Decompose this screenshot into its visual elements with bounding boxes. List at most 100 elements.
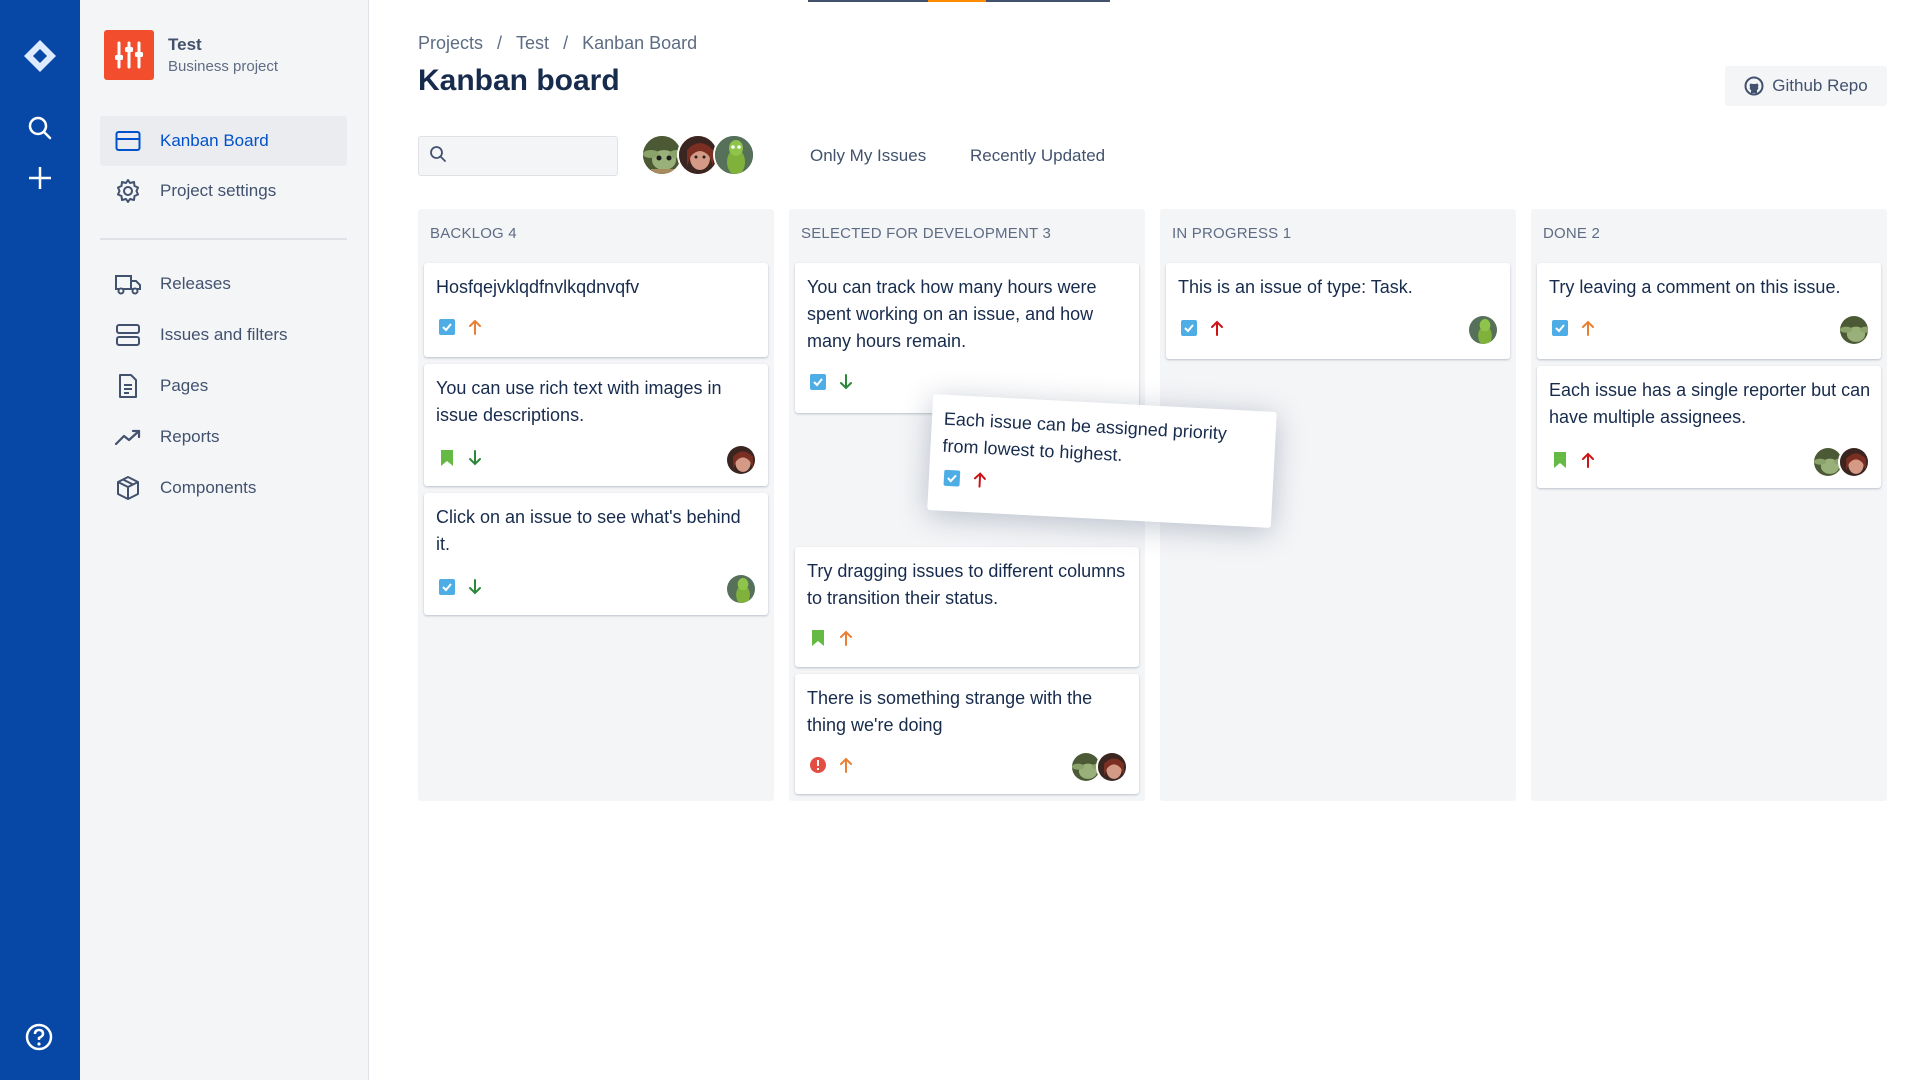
bug-icon [809, 756, 827, 774]
project-info: Test Business project [104, 30, 278, 80]
sidebar-item-label: Issues and filters [160, 325, 288, 344]
project-avatar-icon [104, 30, 154, 80]
issue-title: There is something strange with the thin… [807, 688, 1093, 735]
recently-updated-button[interactable]: Recently Updated [970, 146, 1105, 166]
task-icon [942, 469, 961, 488]
issue-card[interactable]: There is something strange with the thin… [795, 674, 1139, 794]
issue-title: Try leaving a comment on this issue. [1549, 277, 1841, 297]
breadcrumb-separator: / [563, 33, 569, 53]
breadcrumb: Projects / Test / Kanban Board [418, 33, 697, 54]
dragging-issue-card[interactable]: Each issue can be assigned priority from… [927, 394, 1277, 528]
task-icon [438, 578, 456, 596]
assignee-avatar [1467, 314, 1499, 346]
github-icon [1744, 76, 1764, 96]
search-icon[interactable] [24, 112, 56, 144]
issue-title: Click on an issue to see what's behind i… [436, 507, 741, 554]
task-icon [809, 373, 827, 391]
sidebar-item-label: Components [160, 478, 257, 497]
gear-icon [114, 177, 142, 205]
sidebar-item-pages[interactable]: Pages [100, 361, 347, 411]
project-name: Test [168, 35, 202, 54]
breadcrumb-project[interactable]: Test [516, 33, 549, 54]
issue-title: Each issue has a single reporter but can… [1549, 380, 1871, 427]
breadcrumb-separator: / [497, 33, 503, 53]
assignee-avatar [725, 444, 757, 476]
search-icon [429, 145, 447, 168]
help-icon[interactable] [23, 1021, 55, 1053]
issue-title: Hosfqejvklqdfnvlkqdnvqfv [436, 277, 640, 297]
arrow-up-icon [1579, 319, 1597, 337]
sidebar-item-components[interactable]: Components [100, 463, 347, 513]
arrow-down-icon [837, 373, 855, 391]
only-my-issues-button[interactable]: Only My Issues [810, 146, 926, 166]
sidebar-item-project-settings[interactable]: Project settings [100, 166, 347, 216]
issue-card[interactable]: This is an issue of type: Task. [1166, 263, 1510, 359]
sidebar-item-label: Project settings [160, 181, 277, 200]
board-icon [114, 127, 142, 155]
issues-stack-icon [114, 321, 142, 349]
sidebar-item-issues-and-filters[interactable]: Issues and filters [100, 310, 347, 360]
story-icon [809, 629, 827, 647]
issue-title: You can track how many hours were spent … [807, 277, 1097, 351]
sidebar-item-label: Pages [160, 376, 209, 395]
trend-chart-icon [114, 423, 142, 451]
issue-card[interactable]: Try dragging issues to different columns… [795, 547, 1139, 667]
breadcrumb-current[interactable]: Kanban Board [582, 33, 697, 54]
sidebar-item-reports[interactable]: Reports [100, 412, 347, 462]
issue-card[interactable]: Hosfqejvklqdfnvlkqdnvqfv [424, 263, 768, 357]
global-nav [0, 0, 80, 1080]
project-sidebar: Test Business project Kanban Board Proje… [80, 0, 369, 1080]
arrow-up-icon [466, 318, 484, 336]
issue-card[interactable]: You can track how many hours were spent … [795, 263, 1139, 413]
arrow-up-icon [970, 470, 989, 489]
arrow-up-icon [837, 629, 855, 647]
github-repo-button[interactable]: Github Repo [1725, 66, 1887, 106]
issue-card[interactable]: Try leaving a comment on this issue. [1537, 263, 1881, 359]
create-plus-icon[interactable] [24, 162, 56, 194]
github-repo-label: Github Repo [1772, 76, 1868, 95]
jira-logo-icon[interactable] [21, 37, 59, 75]
search-input[interactable] [455, 147, 605, 165]
issue-card[interactable]: Click on an issue to see what's behind i… [424, 493, 768, 615]
package-cube-icon [114, 474, 142, 502]
issue-title: You can use rich text with images in iss… [436, 378, 722, 425]
sidebar-item-releases[interactable]: Releases [100, 259, 347, 309]
sidebar-item-label: Releases [160, 274, 231, 293]
board-column-done: Done 2 Try leaving a comment on this iss… [1531, 209, 1887, 801]
column-title: Backlog 4 [430, 225, 517, 242]
sidebar-item-label: Reports [160, 427, 220, 446]
column-title: In progress 1 [1172, 225, 1292, 242]
task-icon [1551, 319, 1569, 337]
arrow-up-icon [1579, 451, 1597, 469]
issue-title: Try dragging issues to different columns… [807, 561, 1126, 608]
user-filter-avatars [641, 134, 755, 176]
avatar-3[interactable] [713, 134, 755, 176]
arrow-up-icon [837, 756, 855, 774]
column-title: Done 2 [1543, 225, 1601, 242]
sidebar-item-kanban-board[interactable]: Kanban Board [100, 116, 347, 166]
sidebar-divider [100, 238, 347, 240]
page-title: Kanban board [418, 64, 620, 97]
sidebar-item-label: Kanban Board [160, 131, 269, 150]
loading-bar [808, 0, 1110, 2]
issue-card[interactable]: You can use rich text with images in iss… [424, 364, 768, 486]
breadcrumb-projects[interactable]: Projects [418, 33, 483, 54]
issue-card[interactable]: Each issue has a single reporter but can… [1537, 366, 1881, 488]
arrow-down-icon [466, 449, 484, 467]
story-icon [438, 449, 456, 467]
story-icon [1551, 451, 1569, 469]
board-column-backlog: Backlog 4 Hosfqejvklqdfnvlkqdnvqfv You c… [418, 209, 774, 801]
assignee-avatar [725, 573, 757, 605]
project-type: Business project [168, 58, 279, 75]
task-icon [1180, 319, 1198, 337]
assignee-avatar [1838, 314, 1870, 346]
page-icon [114, 372, 142, 400]
arrow-down-icon [466, 578, 484, 596]
issue-title: This is an issue of type: Task. [1178, 277, 1413, 297]
search-box[interactable] [418, 136, 618, 176]
assignee-avatar [1096, 751, 1128, 783]
arrow-up-icon [1208, 319, 1226, 337]
task-icon [438, 318, 456, 336]
truck-icon [114, 270, 142, 298]
column-title: Selected for development 3 [801, 225, 1051, 242]
